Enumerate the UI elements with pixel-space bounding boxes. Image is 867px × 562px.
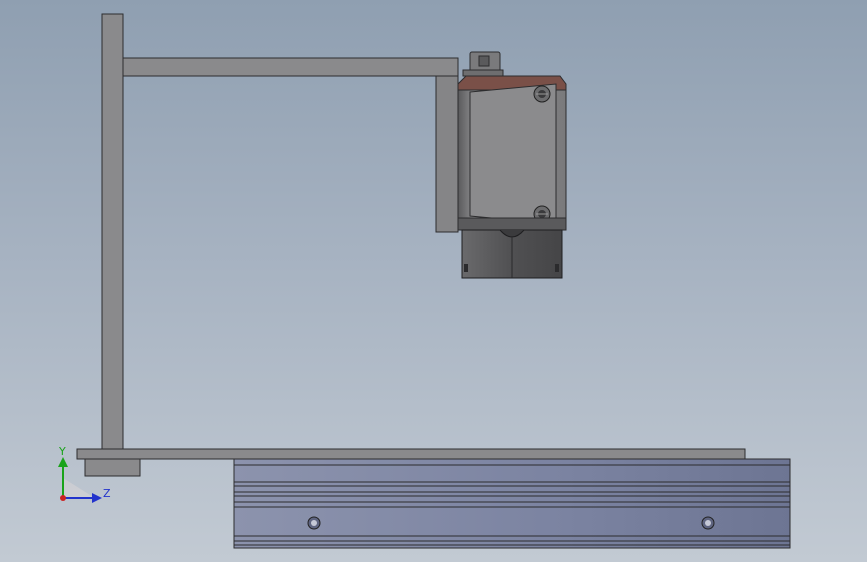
y-axis-label: Y	[58, 445, 66, 458]
horizontal-arm[interactable]	[122, 57, 459, 77]
cad-viewport[interactable]: Y Z	[0, 0, 867, 562]
vertical-post[interactable]	[101, 13, 124, 451]
camera-assembly[interactable]	[457, 51, 567, 279]
x-axis-origin	[60, 495, 66, 501]
z-axis-label: Z	[103, 487, 111, 500]
camera-front-panel	[469, 83, 557, 225]
cad-model-canvas[interactable]: Y Z	[0, 0, 867, 562]
bracket-plate[interactable]	[435, 75, 459, 233]
mounting-hole-icon	[701, 516, 715, 530]
base-plate[interactable]	[76, 448, 746, 460]
rail-block[interactable]	[233, 458, 791, 549]
screw-icon	[533, 85, 551, 103]
mount-foot[interactable]	[84, 458, 141, 477]
mounting-hole-icon	[307, 516, 321, 530]
